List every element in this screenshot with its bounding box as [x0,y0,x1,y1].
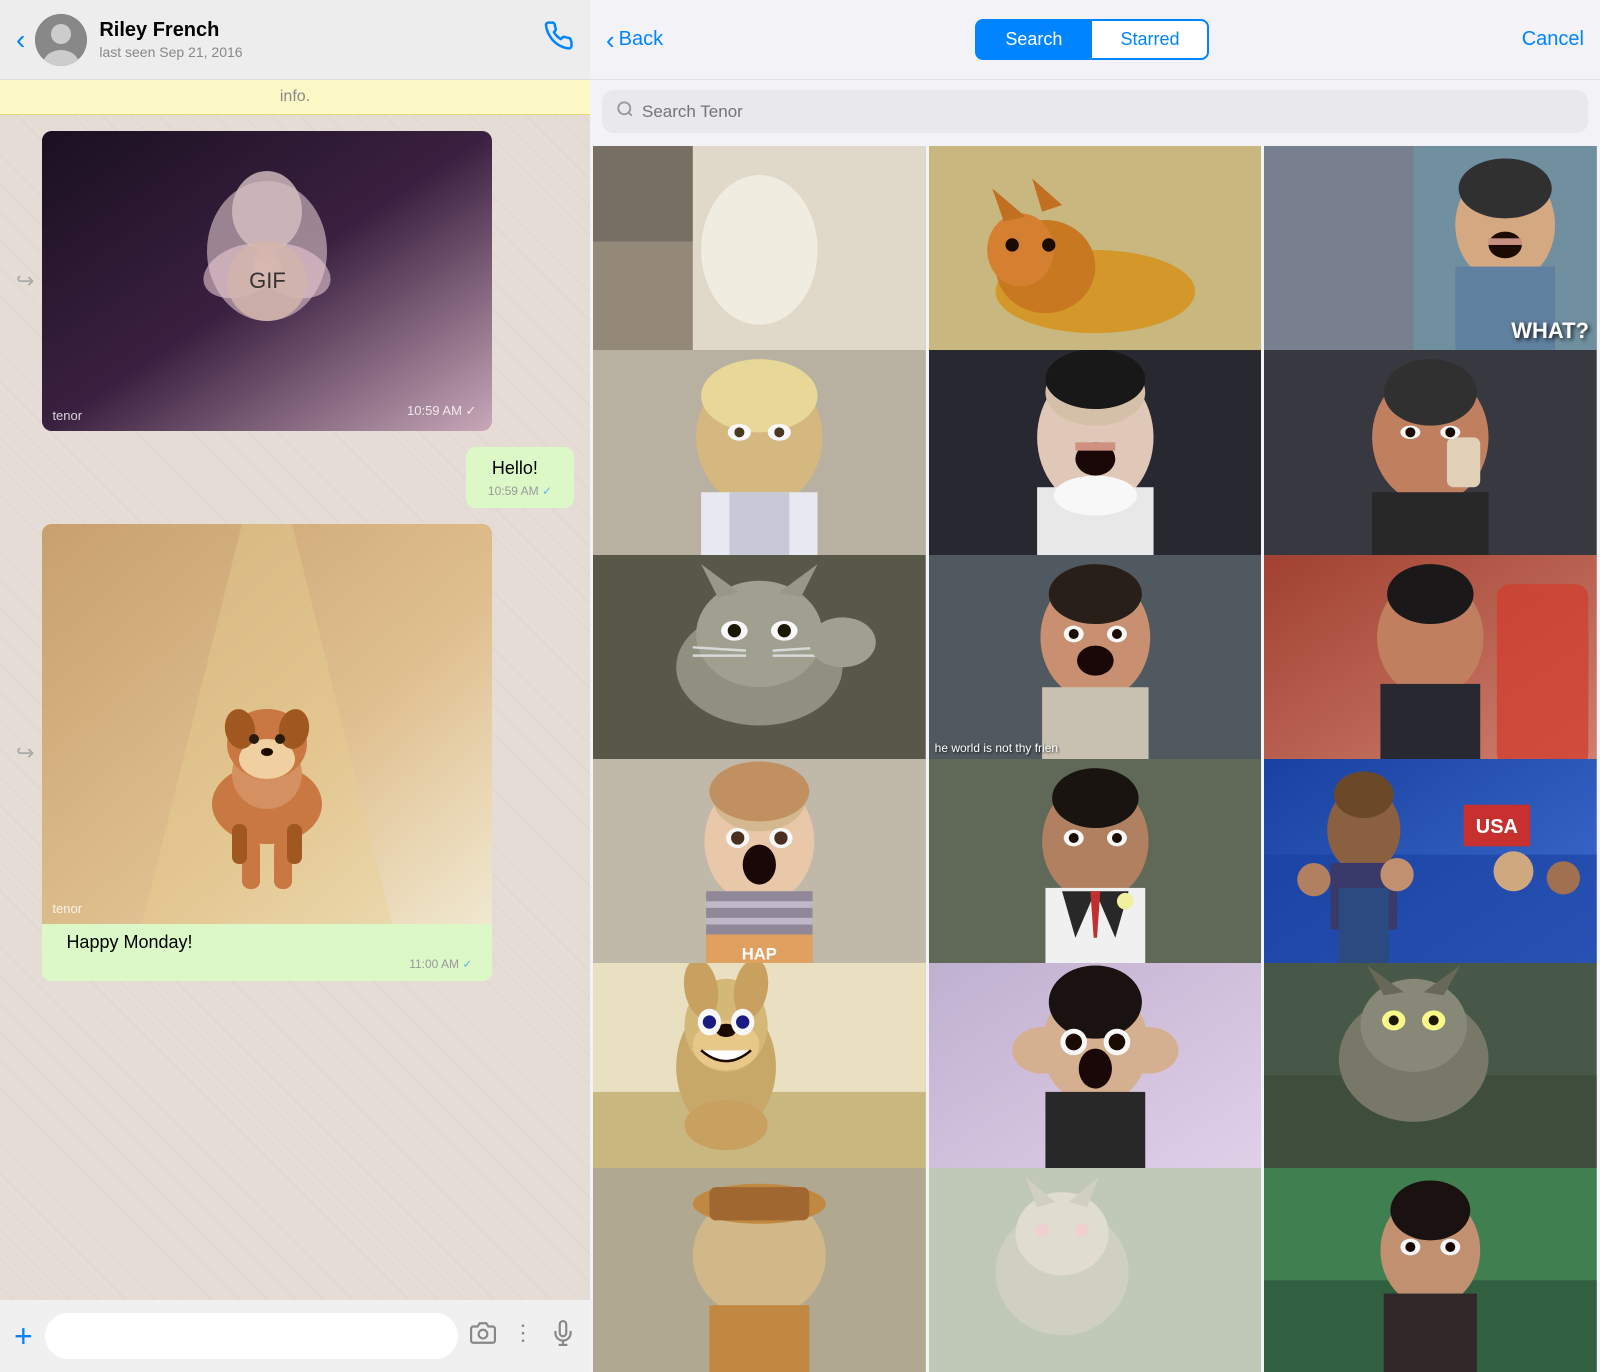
search-bar-container [590,80,1600,143]
hello-text: Hello! [480,448,550,482]
search-input[interactable] [642,102,1574,122]
search-bar [602,90,1588,133]
gif-cell-18[interactable] [1264,1168,1597,1372]
phone-icon[interactable] [544,21,574,58]
message-bubble-hello: Hello! 10:59 AM ✓ [466,447,574,508]
message-wrapper-received-1: ↪ [16,131,574,431]
chat-header: ‹ Riley French last seen Sep 21, 2016 [0,0,590,80]
contact-status: last seen Sep 21, 2016 [99,44,544,60]
chat-panel: ‹ Riley French last seen Sep 21, 2016 in… [0,0,590,1372]
avatar-image [35,14,87,66]
gif-cell-8[interactable]: he world is not thy frien [929,555,1262,763]
message-time-1: 10:59 AM ✓ [407,403,476,419]
gif-cell-17[interactable] [929,1168,1262,1372]
chat-messages[interactable]: ↪ [0,115,590,1300]
info-bar: info. [0,80,590,115]
message-wrapper-received-2: ↪ [16,524,574,981]
happy-monday-time: 11:00 AM ✓ [54,953,480,977]
camera-icon[interactable] [470,1320,496,1353]
gif-cell-13[interactable] [593,963,926,1171]
back-label: Back [619,28,663,51]
gif-cell-1[interactable] [593,146,926,354]
footer-icons: ⋮ [470,1320,576,1353]
gif-tenor-label-1: tenor [52,408,82,423]
gif-picker-header: ‹ Back Search Starred Cancel [590,0,1600,80]
message-wrapper-sent: Hello! 10:59 AM ✓ [16,447,574,508]
back-chevron-icon: ‹ [606,27,615,53]
tab-search[interactable]: Search [975,19,1090,60]
message-input[interactable] [45,1313,458,1359]
mic-icon[interactable] [550,1320,576,1353]
reply-icon-1[interactable]: ↪ [16,268,34,294]
tab-group: Search Starred [675,19,1510,60]
gif-cell-14[interactable] [929,963,1262,1171]
message-group-hello: Hello! 10:59 AM ✓ [16,447,574,508]
gif-cell-16[interactable] [593,1168,926,1372]
gif-picker-panel: ‹ Back Search Starred Cancel [590,0,1600,1372]
happy-monday-text: Happy Monday! [54,922,204,956]
svg-text:USA: USA [1476,816,1518,838]
gif-visual-corgi [42,524,492,924]
back-button[interactable]: ‹ [16,24,25,56]
tab-starred[interactable]: Starred [1090,19,1209,60]
message-bubble-gif-1[interactable]: GIF tenor 10:59 AM ✓ [42,131,492,431]
gif-cell-9[interactable] [1264,555,1597,763]
gif-cell-7[interactable] [593,555,926,763]
gif-cell-11[interactable] [929,759,1262,967]
what-label: WHAT? [1511,318,1589,344]
gif-cell-3[interactable]: WHAT? [1264,146,1597,354]
svg-text:HAP: HAP [742,944,777,963]
gif-caption-row: Happy Monday! 11:00 AM ✓ [42,924,492,981]
message-group-2: ↪ [16,524,574,981]
menu-dots-icon[interactable]: ⋮ [512,1320,534,1353]
contact-name: Riley French [99,19,544,42]
message-bubble-gif-2[interactable]: tenor Happy Monday! 11:00 AM ✓ [42,524,492,981]
gif-grid: WHAT? [590,143,1600,1372]
gif-container-2: tenor [42,524,492,924]
avatar [35,14,87,66]
hello-time: 10:59 AM ✓ [480,480,560,504]
gif-tenor-label-2: tenor [52,901,82,916]
gif-cell-4[interactable] [593,350,926,558]
gif-cell-6[interactable] [1264,350,1597,558]
cancel-button[interactable]: Cancel [1522,28,1584,51]
gif-container-1: GIF tenor 10:59 AM ✓ [42,131,492,431]
gif-cell-2[interactable] [929,146,1262,354]
chat-footer: + ⋮ [0,1300,590,1372]
world-caption: he world is not thy frien [935,741,1058,755]
gif-cell-5[interactable] [929,350,1262,558]
gif-cell-15[interactable] [1264,963,1597,1171]
back-gif-button[interactable]: ‹ Back [606,27,663,53]
contact-info: Riley French last seen Sep 21, 2016 [99,19,544,60]
plus-button[interactable]: + [14,1318,33,1355]
gif-badge: GIF [227,241,307,321]
gif-cell-12[interactable]: USA [1264,759,1597,967]
message-group-1: ↪ [16,131,574,431]
gif-cell-10[interactable]: HAP [593,759,926,967]
reply-icon-2[interactable]: ↪ [16,740,34,766]
search-icon [616,100,634,123]
